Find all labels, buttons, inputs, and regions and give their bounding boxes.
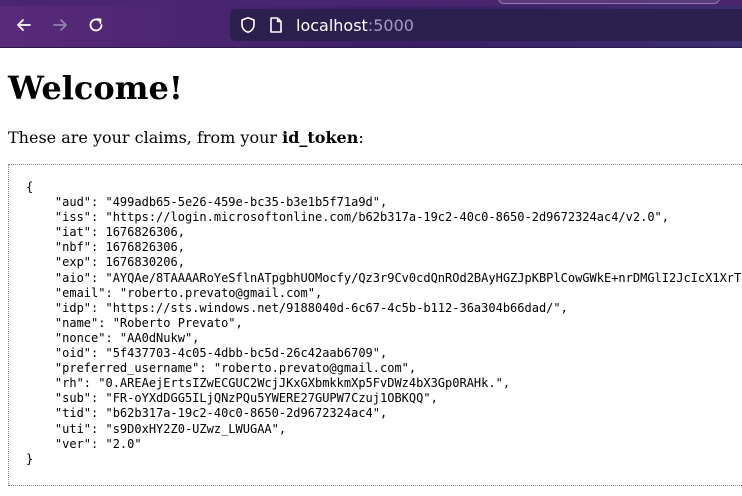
forward-button[interactable]	[47, 12, 73, 38]
reload-button[interactable]	[83, 12, 109, 38]
claim-nonce: "nonce": "AA0dNukw",	[26, 330, 200, 345]
intro-suffix: :	[358, 128, 364, 147]
browser-tab-edge[interactable]	[498, 0, 720, 4]
intro-text: These are your claims, from your id_toke…	[8, 128, 364, 147]
id-token-label: id_token	[282, 128, 359, 147]
claim-iss: "iss": "https://login.microsoftonline.co…	[26, 210, 669, 225]
claim-name: "name": "Roberto Prevato",	[26, 315, 243, 330]
arrow-right-icon	[53, 19, 67, 31]
shield-icon[interactable]	[238, 15, 258, 35]
arrow-left-icon	[17, 19, 31, 31]
json-open-brace: {	[26, 180, 34, 194]
page-title: Welcome!	[8, 69, 183, 107]
browser-toolbar: localhost:5000	[0, 0, 742, 48]
page-icon[interactable]	[266, 15, 286, 35]
claim-aud: "aud": "499adb65-5e26-459e-bc35-b3e1b5f7…	[26, 195, 388, 210]
claim-idp: "idp": "https://sts.windows.net/9188040d…	[26, 300, 568, 315]
reload-icon	[89, 18, 103, 32]
url-text[interactable]: localhost:5000	[296, 16, 414, 35]
url-port: :5000	[367, 15, 414, 35]
back-button[interactable]	[11, 12, 37, 38]
address-bar[interactable]: localhost:5000	[230, 9, 742, 41]
claim-rh: "rh": "0.AREAejErtsIZwECGUC2WcjJKxGXbmkk…	[26, 376, 511, 391]
intro-prefix: These are your claims, from your	[8, 128, 283, 147]
claims-json: { "aud": "499adb65-5e26-459e-bc35-b3e1b5…	[26, 180, 742, 467]
claim-oid: "oid": "5f437703-4c05-4dbb-bc5d-26c42aab…	[26, 346, 388, 361]
claim-ver: "ver": "2.0"	[26, 436, 142, 451]
claims-block: { "aud": "499adb65-5e26-459e-bc35-b3e1b5…	[8, 164, 742, 486]
claim-nbf: "nbf": 1676826306,	[26, 240, 185, 255]
claim-preferred-username: "preferred_username": "roberto.prevato@g…	[26, 361, 417, 376]
url-host: localhost	[296, 15, 368, 35]
claim-sub: "sub": "FR-oYXdDGG5ILjQNzPQu5YWERE27GUPW…	[26, 391, 438, 406]
claim-aio: "aio": "AYQAe/8TAAAARoYeSflnATpgbhUOMocf…	[26, 270, 742, 285]
claim-iat: "iat": 1676826306,	[26, 225, 185, 240]
claim-uti: "uti": "s9D0xHY2Z0-UZwz_LWUGAA",	[26, 421, 287, 436]
json-close-brace: }	[26, 451, 34, 466]
claim-email: "email": "roberto.prevato@gmail.com",	[26, 285, 323, 300]
claim-exp: "exp": 1676830206,	[26, 255, 185, 270]
claim-tid: "tid": "b62b317a-19c2-40c0-8650-2d967232…	[26, 406, 388, 421]
